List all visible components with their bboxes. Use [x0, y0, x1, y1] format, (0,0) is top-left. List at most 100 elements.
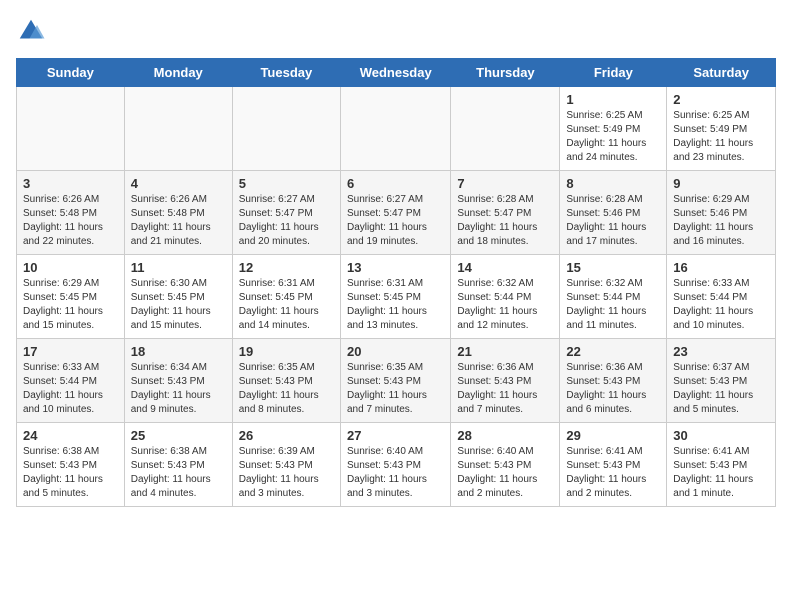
- day-number: 19: [239, 344, 334, 359]
- day-number: 15: [566, 260, 660, 275]
- day-number: 24: [23, 428, 118, 443]
- calendar-cell: 26Sunrise: 6:39 AM Sunset: 5:43 PM Dayli…: [232, 423, 340, 507]
- calendar-cell: 8 Sunrise: 6:28 AM Sunset: 5:46 PM Daylig…: [560, 171, 667, 255]
- day-number: 21: [457, 344, 553, 359]
- day-number: 23: [673, 344, 769, 359]
- day-number: 10: [23, 260, 118, 275]
- calendar-cell: 18 Sunrise: 6:34 AM Sunset: 5:43 PM Dayli…: [124, 339, 232, 423]
- calendar-week-row: 1 Sunrise: 6:25 AM Sunset: 5:49 PM Daylig…: [17, 87, 776, 171]
- day-info: Sunrise: 6:25 AM Sunset: 5:49 PM Dayligh…: [673, 109, 769, 165]
- calendar-cell: 12 Sunrise: 6:31 AM Sunset: 5:45 PM Dayli…: [232, 255, 340, 339]
- day-number: 29: [566, 428, 660, 443]
- calendar-cell: 19 Sunrise: 6:35 AM Sunset: 5:43 PM Dayli…: [232, 339, 340, 423]
- day-number: 25: [131, 428, 226, 443]
- day-info: Sunrise: 6:35 AM Sunset: 5:43 PM Dayligh…: [347, 361, 444, 417]
- day-info: Sunrise: 6:33 AM Sunset: 5:44 PM Dayligh…: [23, 361, 118, 417]
- day-number: 6: [347, 176, 444, 191]
- calendar-cell: 7Sunrise: 6:28 AM Sunset: 5:47 PM Daylig…: [451, 171, 560, 255]
- calendar-cell: [451, 87, 560, 171]
- day-number: 22: [566, 344, 660, 359]
- day-number: 11: [131, 260, 226, 275]
- day-number: 13: [347, 260, 444, 275]
- day-info: Sunrise: 6:26 AM Sunset: 5:48 PM Dayligh…: [131, 193, 226, 249]
- calendar-cell: 11 Sunrise: 6:30 AM Sunset: 5:45 PM Dayli…: [124, 255, 232, 339]
- logo: [16, 16, 50, 46]
- weekday-header: Friday: [560, 59, 667, 87]
- weekday-header: Thursday: [451, 59, 560, 87]
- calendar-cell: 9 Sunrise: 6:29 AM Sunset: 5:46 PM Daylig…: [667, 171, 776, 255]
- day-number: 26: [239, 428, 334, 443]
- day-number: 2: [673, 92, 769, 107]
- calendar-cell: 28Sunrise: 6:40 AM Sunset: 5:43 PM Dayli…: [451, 423, 560, 507]
- calendar-cell: 10 Sunrise: 6:29 AM Sunset: 5:45 PM Dayli…: [17, 255, 125, 339]
- day-number: 4: [131, 176, 226, 191]
- day-info: Sunrise: 6:41 AM Sunset: 5:43 PM Dayligh…: [566, 445, 660, 501]
- day-info: Sunrise: 6:26 AM Sunset: 5:48 PM Dayligh…: [23, 193, 118, 249]
- day-info: Sunrise: 6:35 AM Sunset: 5:43 PM Dayligh…: [239, 361, 334, 417]
- calendar-cell: 1 Sunrise: 6:25 AM Sunset: 5:49 PM Daylig…: [560, 87, 667, 171]
- day-info: Sunrise: 6:30 AM Sunset: 5:45 PM Dayligh…: [131, 277, 226, 333]
- day-number: 9: [673, 176, 769, 191]
- day-info: Sunrise: 6:25 AM Sunset: 5:49 PM Dayligh…: [566, 109, 660, 165]
- day-number: 5: [239, 176, 334, 191]
- calendar-cell: 17 Sunrise: 6:33 AM Sunset: 5:44 PM Dayli…: [17, 339, 125, 423]
- day-info: Sunrise: 6:38 AM Sunset: 5:43 PM Dayligh…: [23, 445, 118, 501]
- calendar-cell: [17, 87, 125, 171]
- calendar-cell: [124, 87, 232, 171]
- day-info: Sunrise: 6:27 AM Sunset: 5:47 PM Dayligh…: [239, 193, 334, 249]
- weekday-header: Wednesday: [340, 59, 450, 87]
- calendar-cell: 22 Sunrise: 6:36 AM Sunset: 5:43 PM Dayli…: [560, 339, 667, 423]
- calendar-cell: 20Sunrise: 6:35 AM Sunset: 5:43 PM Dayli…: [340, 339, 450, 423]
- day-info: Sunrise: 6:33 AM Sunset: 5:44 PM Dayligh…: [673, 277, 769, 333]
- day-info: Sunrise: 6:40 AM Sunset: 5:43 PM Dayligh…: [347, 445, 444, 501]
- calendar-week-row: 10 Sunrise: 6:29 AM Sunset: 5:45 PM Dayli…: [17, 255, 776, 339]
- day-number: 16: [673, 260, 769, 275]
- day-info: Sunrise: 6:29 AM Sunset: 5:46 PM Dayligh…: [673, 193, 769, 249]
- day-info: Sunrise: 6:28 AM Sunset: 5:46 PM Dayligh…: [566, 193, 660, 249]
- day-number: 18: [131, 344, 226, 359]
- day-info: Sunrise: 6:38 AM Sunset: 5:43 PM Dayligh…: [131, 445, 226, 501]
- calendar-cell: 16 Sunrise: 6:33 AM Sunset: 5:44 PM Dayli…: [667, 255, 776, 339]
- calendar-cell: 25 Sunrise: 6:38 AM Sunset: 5:43 PM Dayli…: [124, 423, 232, 507]
- weekday-header: Saturday: [667, 59, 776, 87]
- calendar-cell: 2 Sunrise: 6:25 AM Sunset: 5:49 PM Daylig…: [667, 87, 776, 171]
- day-info: Sunrise: 6:27 AM Sunset: 5:47 PM Dayligh…: [347, 193, 444, 249]
- day-info: Sunrise: 6:36 AM Sunset: 5:43 PM Dayligh…: [457, 361, 553, 417]
- calendar-cell: 23Sunrise: 6:37 AM Sunset: 5:43 PM Dayli…: [667, 339, 776, 423]
- day-info: Sunrise: 6:36 AM Sunset: 5:43 PM Dayligh…: [566, 361, 660, 417]
- day-number: 3: [23, 176, 118, 191]
- calendar-cell: 13Sunrise: 6:31 AM Sunset: 5:45 PM Dayli…: [340, 255, 450, 339]
- calendar-cell: [232, 87, 340, 171]
- day-number: 12: [239, 260, 334, 275]
- day-number: 30: [673, 428, 769, 443]
- calendar-cell: 6 Sunrise: 6:27 AM Sunset: 5:47 PM Daylig…: [340, 171, 450, 255]
- day-number: 27: [347, 428, 444, 443]
- calendar-cell: 3 Sunrise: 6:26 AM Sunset: 5:48 PM Daylig…: [17, 171, 125, 255]
- day-number: 14: [457, 260, 553, 275]
- day-info: Sunrise: 6:31 AM Sunset: 5:45 PM Dayligh…: [239, 277, 334, 333]
- page-header: [16, 16, 776, 46]
- weekday-header-row: SundayMondayTuesdayWednesdayThursdayFrid…: [17, 59, 776, 87]
- weekday-header: Tuesday: [232, 59, 340, 87]
- day-info: Sunrise: 6:29 AM Sunset: 5:45 PM Dayligh…: [23, 277, 118, 333]
- calendar-cell: [340, 87, 450, 171]
- day-info: Sunrise: 6:32 AM Sunset: 5:44 PM Dayligh…: [457, 277, 553, 333]
- calendar-cell: 27 Sunrise: 6:40 AM Sunset: 5:43 PM Dayli…: [340, 423, 450, 507]
- calendar-cell: 21 Sunrise: 6:36 AM Sunset: 5:43 PM Dayli…: [451, 339, 560, 423]
- calendar-cell: 4 Sunrise: 6:26 AM Sunset: 5:48 PM Daylig…: [124, 171, 232, 255]
- calendar-cell: 15 Sunrise: 6:32 AM Sunset: 5:44 PM Dayli…: [560, 255, 667, 339]
- day-number: 1: [566, 92, 660, 107]
- day-info: Sunrise: 6:34 AM Sunset: 5:43 PM Dayligh…: [131, 361, 226, 417]
- calendar-table: SundayMondayTuesdayWednesdayThursdayFrid…: [16, 58, 776, 507]
- day-info: Sunrise: 6:28 AM Sunset: 5:47 PM Dayligh…: [457, 193, 553, 249]
- day-number: 17: [23, 344, 118, 359]
- day-info: Sunrise: 6:41 AM Sunset: 5:43 PM Dayligh…: [673, 445, 769, 501]
- logo-icon: [16, 16, 46, 46]
- calendar-cell: 29 Sunrise: 6:41 AM Sunset: 5:43 PM Dayli…: [560, 423, 667, 507]
- day-number: 8: [566, 176, 660, 191]
- day-info: Sunrise: 6:32 AM Sunset: 5:44 PM Dayligh…: [566, 277, 660, 333]
- calendar-week-row: 17 Sunrise: 6:33 AM Sunset: 5:44 PM Dayli…: [17, 339, 776, 423]
- calendar-cell: 5 Sunrise: 6:27 AM Sunset: 5:47 PM Daylig…: [232, 171, 340, 255]
- calendar-cell: 14 Sunrise: 6:32 AM Sunset: 5:44 PM Dayli…: [451, 255, 560, 339]
- calendar-week-row: 3 Sunrise: 6:26 AM Sunset: 5:48 PM Daylig…: [17, 171, 776, 255]
